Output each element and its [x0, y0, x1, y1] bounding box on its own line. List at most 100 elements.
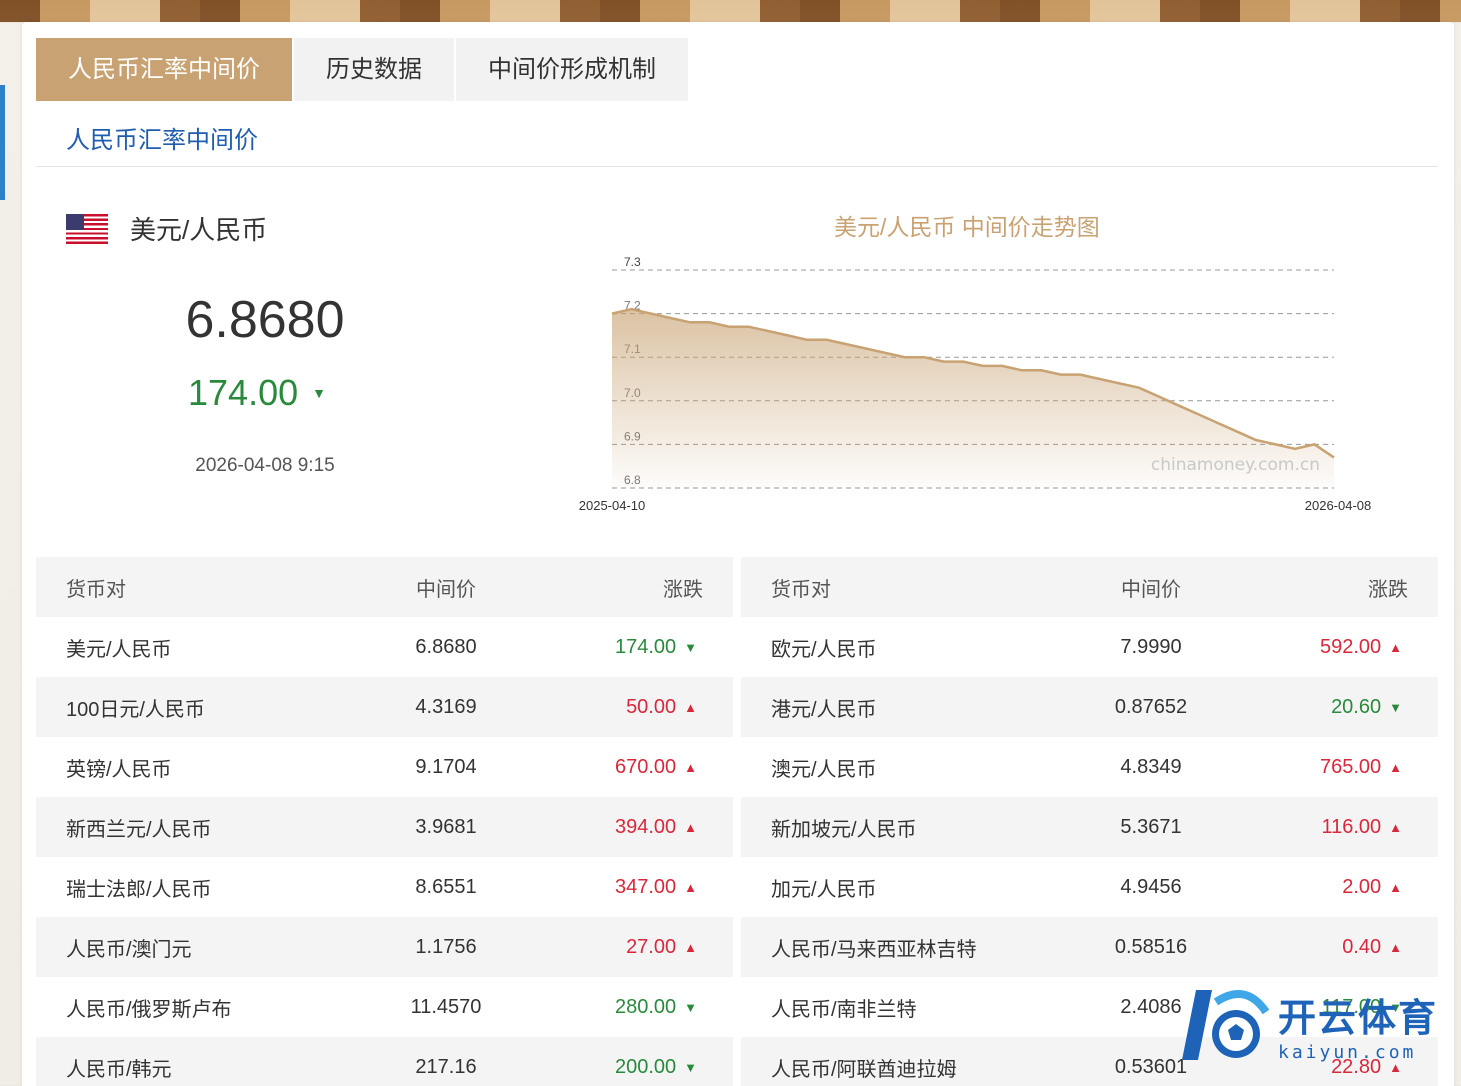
row-change-value: 0.40	[1342, 935, 1382, 958]
trend-chart: 7.37.27.17.06.96.8chinamoney.com.cn2025-…	[579, 255, 1372, 513]
tab-history[interactable]: 历史数据	[294, 38, 454, 101]
soccer-ball-logo-icon	[1182, 990, 1270, 1060]
up-triangle-icon: ▲	[684, 699, 697, 715]
header-mid: 中间价	[1121, 578, 1181, 601]
up-triangle-icon: ▲	[1389, 639, 1402, 655]
row-pair: 人民币/南非兰特	[771, 998, 917, 1021]
rate-panel: 人民币汇率中间价 历史数据 中间价形成机制 人民币汇率中间价 美元/人民币 6.…	[22, 22, 1454, 1086]
row-change-value: 174.00	[614, 635, 677, 658]
rate-table-left: 货币对 中间价 涨跌 美元/人民币 6.8680 174.00 ▼ 100日元/人民币 4…	[36, 557, 733, 1086]
row-mid: 9.1704	[415, 755, 477, 778]
row-change: 394.00 ▲	[536, 816, 733, 839]
side-accent-bar	[0, 85, 5, 200]
header-pair: 货币对	[66, 578, 126, 601]
row-change: 116.00 ▲	[1241, 816, 1438, 839]
watermark-logo: 开云体育 kaiyun.com	[1176, 980, 1456, 1070]
table-row[interactable]: 港元/人民币 0.87652 20.60 ▼	[741, 677, 1438, 737]
row-pair: 人民币/俄罗斯卢布	[66, 998, 232, 1021]
watermark-en: kaiyun.com	[1278, 1042, 1417, 1063]
row-change: 174.00 ▼	[536, 636, 733, 659]
row-pair: 新加坡元/人民币	[771, 818, 917, 841]
row-change-value: 592.00	[1319, 635, 1382, 658]
table-row[interactable]: 人民币/马来西亚林吉特 0.58516 0.40 ▲	[741, 917, 1438, 977]
row-change-value: 765.00	[1319, 755, 1382, 778]
row-pair: 人民币/韩元	[66, 1058, 172, 1081]
row-change: 347.00 ▲	[536, 876, 733, 899]
x-tick-label: 2025-04-10	[579, 498, 646, 513]
row-change-value: 50.00	[626, 695, 677, 718]
x-tick-label: 2026-04-08	[1305, 498, 1372, 513]
us-flag-icon	[66, 213, 108, 244]
row-mid: 0.87652	[1114, 695, 1188, 718]
up-triangle-icon: ▲	[684, 819, 697, 835]
row-change-value: 280.00	[614, 995, 677, 1018]
row-change-value: 20.60	[1331, 695, 1382, 718]
row-mid: 8.6551	[415, 875, 477, 898]
down-triangle-icon: ▼	[312, 385, 326, 401]
row-pair: 人民币/马来西亚林吉特	[771, 938, 977, 961]
table-row[interactable]: 英镑/人民币 9.1704 670.00 ▲	[36, 737, 733, 797]
up-triangle-icon: ▲	[1389, 759, 1402, 775]
table-row[interactable]: 人民币/澳门元 1.1756 27.00 ▲	[36, 917, 733, 977]
row-pair: 100日元/人民币	[66, 698, 205, 721]
table-row[interactable]: 加元/人民币 4.9456 2.00 ▲	[741, 857, 1438, 917]
header-change: 涨跌	[1368, 578, 1408, 601]
row-pair: 美元/人民币	[66, 638, 172, 661]
row-pair: 人民币/澳门元	[66, 938, 192, 961]
table-row[interactable]: 新加坡元/人民币 5.3671 116.00 ▲	[741, 797, 1438, 857]
chart-watermark: chinamoney.com.cn	[1151, 455, 1320, 475]
table-row[interactable]: 美元/人民币 6.8680 174.00 ▼	[36, 617, 733, 677]
tab-midrate[interactable]: 人民币汇率中间价	[36, 38, 292, 101]
down-triangle-icon: ▼	[1389, 699, 1402, 715]
table-row[interactable]: 澳元/人民币 4.8349 765.00 ▲	[741, 737, 1438, 797]
table-header: 货币对 中间价 涨跌	[36, 557, 733, 617]
row-pair: 加元/人民币	[771, 878, 877, 901]
row-change: 765.00 ▲	[1241, 756, 1438, 779]
row-change: 2.00 ▲	[1241, 876, 1438, 899]
row-mid: 6.8680	[415, 635, 477, 658]
table-row[interactable]: 瑞士法郎/人民币 8.6551 347.00 ▲	[36, 857, 733, 917]
table-header: 货币对 中间价 涨跌	[741, 557, 1438, 617]
down-triangle-icon: ▼	[684, 639, 697, 655]
watermark-cn: 开云体育	[1278, 998, 1439, 1040]
row-change: 27.00 ▲	[536, 936, 733, 959]
row-change: 0.40 ▲	[1241, 936, 1438, 959]
table-row[interactable]: 100日元/人民币 4.3169 50.00 ▲	[36, 677, 733, 737]
featured-time: 2026-04-08 9:15	[195, 455, 335, 476]
row-change: 280.00 ▼	[536, 996, 733, 1019]
table-row[interactable]: 新西兰元/人民币 3.9681 394.00 ▲	[36, 797, 733, 857]
table-row[interactable]: 人民币/俄罗斯卢布 11.4570 280.00 ▼	[36, 977, 733, 1037]
section-title: 人民币汇率中间价	[66, 127, 258, 154]
row-change-value: 670.00	[614, 755, 677, 778]
row-change-value: 200.00	[614, 1055, 677, 1078]
row-pair: 瑞士法郎/人民币	[66, 878, 212, 901]
row-pair: 港元/人民币	[771, 698, 877, 721]
up-triangle-icon: ▲	[1389, 939, 1402, 955]
row-change-value: 2.00	[1342, 875, 1382, 898]
row-mid: 1.1756	[415, 935, 477, 958]
row-change: 20.60 ▼	[1241, 696, 1438, 719]
row-pair: 欧元/人民币	[771, 638, 877, 661]
table-row[interactable]: 欧元/人民币 7.9990 592.00 ▲	[741, 617, 1438, 677]
featured-pair-name: 美元/人民币	[130, 215, 268, 245]
row-mid: 4.9456	[1120, 875, 1182, 898]
row-mid: 11.4570	[410, 995, 482, 1018]
featured-change: 174.00 ▼	[188, 372, 326, 414]
tab-mechanism[interactable]: 中间价形成机制	[456, 38, 688, 101]
row-mid: 3.9681	[415, 815, 477, 838]
y-tick-label: 7.3	[624, 255, 641, 269]
row-pair: 英镑/人民币	[66, 758, 172, 781]
up-triangle-icon: ▲	[684, 759, 697, 775]
up-triangle-icon: ▲	[1389, 879, 1402, 895]
up-triangle-icon: ▲	[684, 939, 697, 955]
divider	[36, 166, 1438, 167]
chart-title-text: 美元/人民币 中间价走势图	[834, 214, 1100, 240]
row-change-value: 394.00	[614, 815, 677, 838]
header-mid: 中间价	[416, 578, 476, 601]
table-row[interactable]: 人民币/韩元 217.16 200.00 ▼	[36, 1037, 733, 1086]
featured-pair-header: 美元/人民币	[66, 210, 267, 247]
featured-change-value: 174.00	[188, 372, 299, 413]
row-pair: 人民币/阿联酋迪拉姆	[771, 1058, 957, 1081]
row-mid: 4.8349	[1120, 755, 1182, 778]
row-pair: 澳元/人民币	[771, 758, 877, 781]
